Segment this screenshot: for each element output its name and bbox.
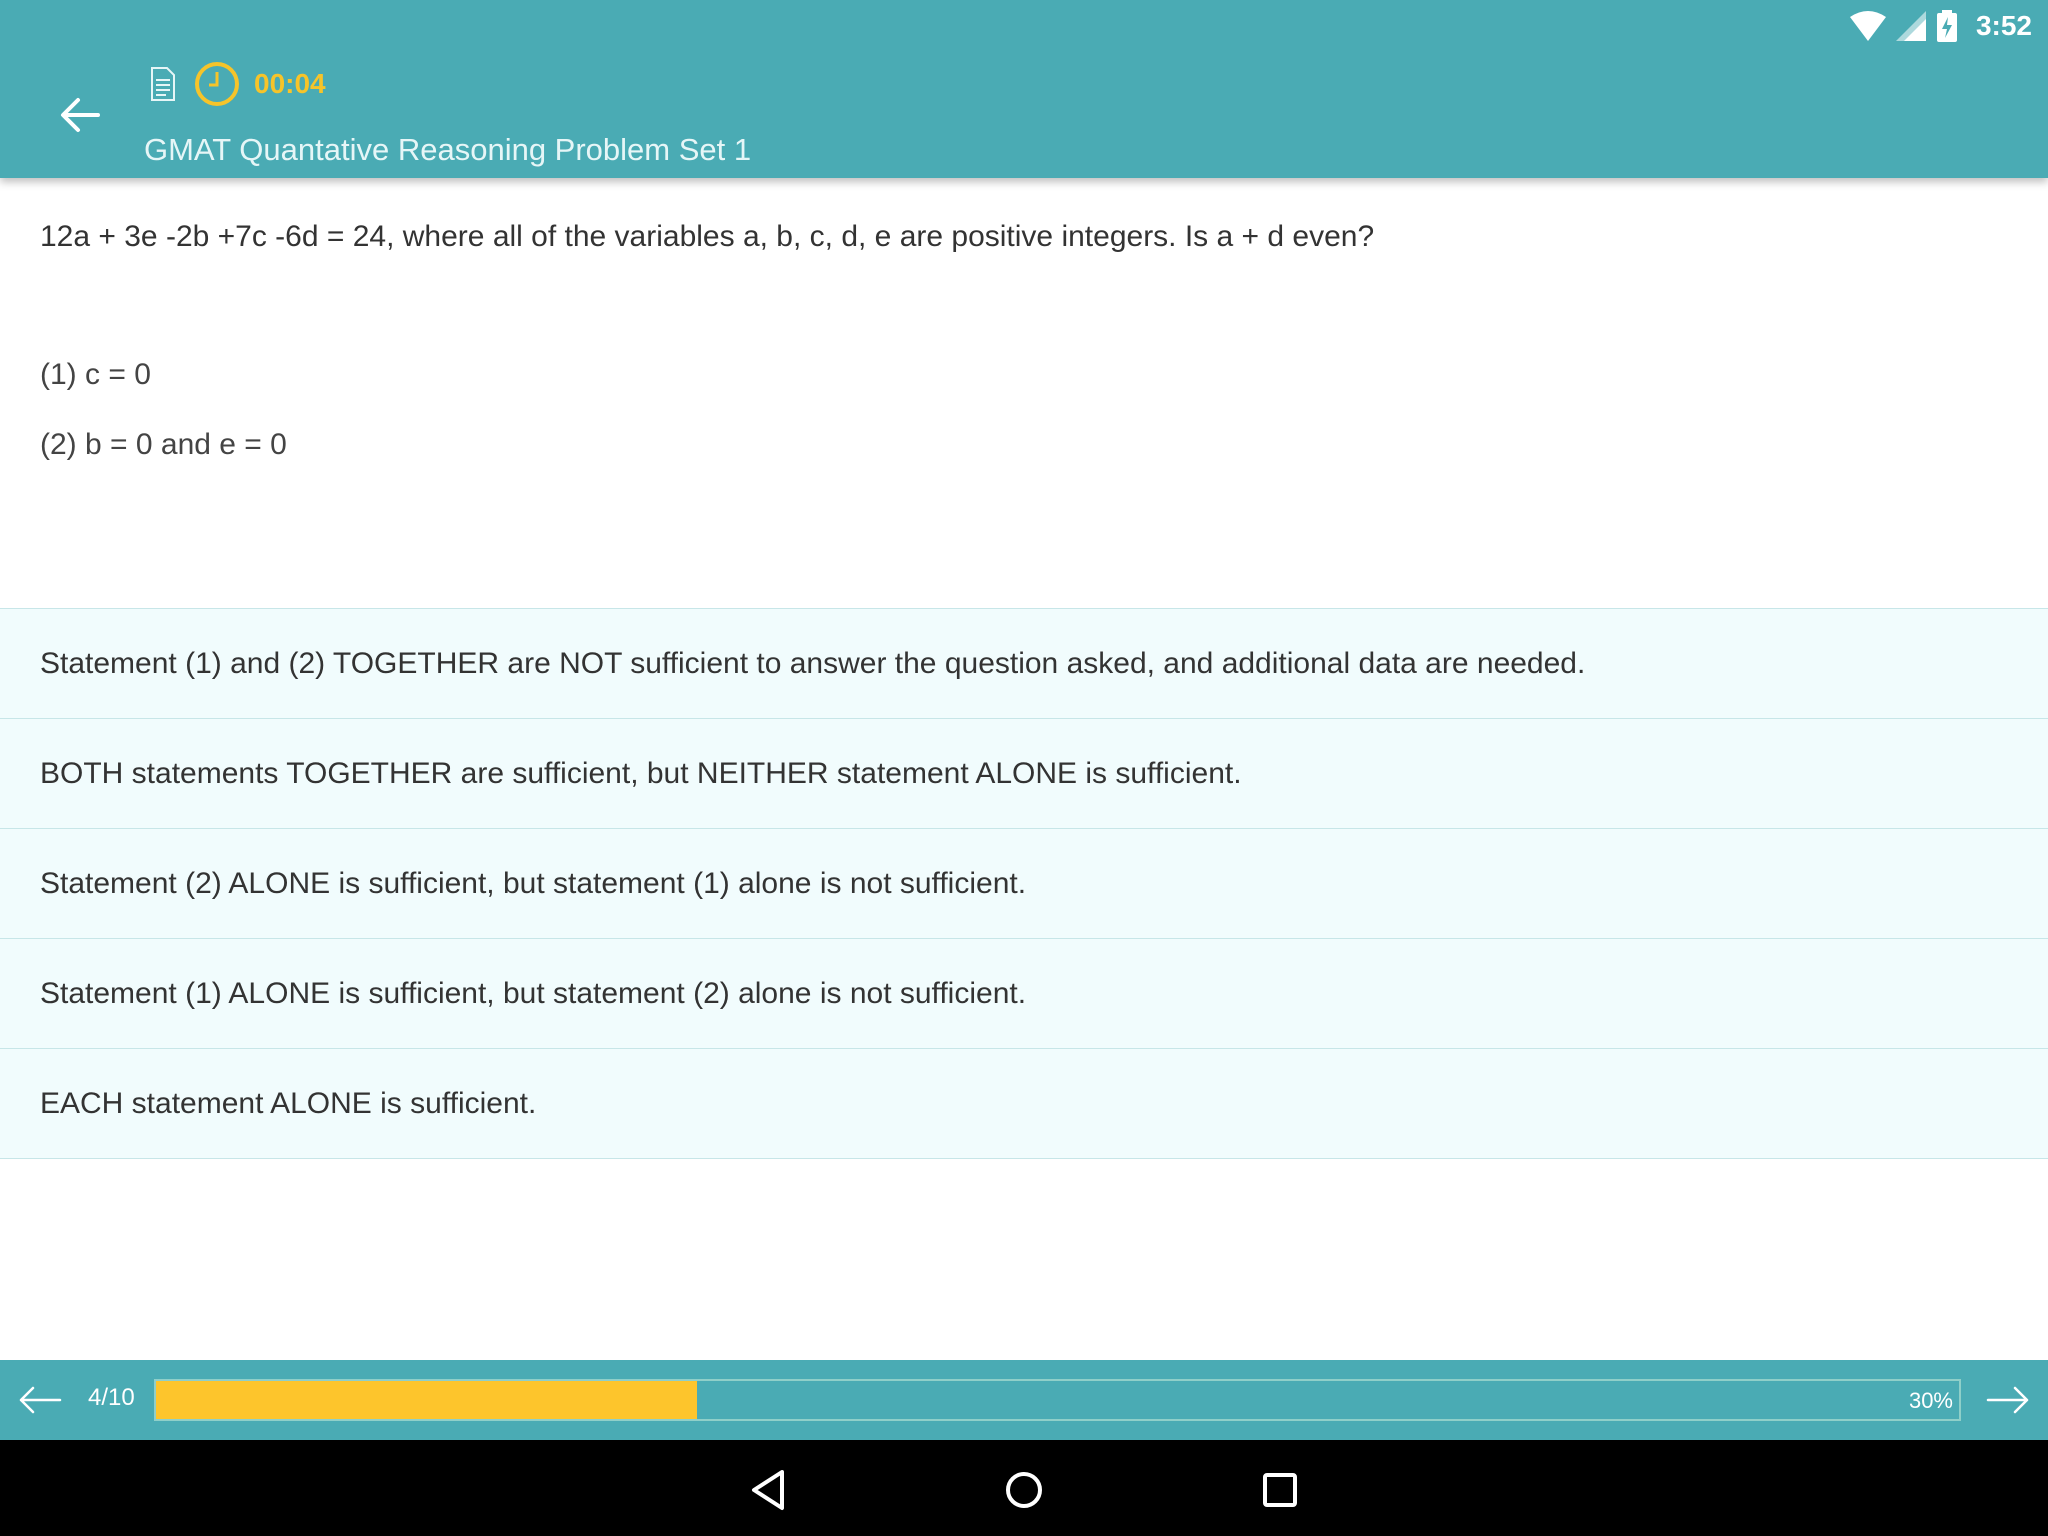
clock-icon bbox=[253, 275, 297, 319]
square-recents-icon bbox=[1263, 1473, 1297, 1507]
back-button[interactable] bbox=[52, 90, 108, 140]
answer-option-label: EACH statement ALONE is sufficient. bbox=[40, 1086, 537, 1120]
circle-home-icon bbox=[1006, 1472, 1042, 1508]
battery-charging-icon bbox=[1936, 10, 1957, 42]
question-timer-text: 00:00 bbox=[312, 280, 389, 313]
system-nav-bar bbox=[0, 1440, 2048, 1536]
app-bar: 3:52 00:04 00:00 GMAT Quantative Reasoni… bbox=[0, 0, 2048, 319]
progress-bar-footer: 4/10 30% bbox=[0, 1360, 2048, 1440]
wifi-icon bbox=[1849, 11, 1886, 41]
answer-option-label: BOTH statements TOGETHER are sufficient,… bbox=[40, 756, 1242, 790]
status-bar: 3:52 bbox=[1849, 8, 2032, 44]
arrow-left-icon bbox=[19, 1386, 62, 1414]
answer-option-3[interactable]: Statement (2) ALONE is sufficient, but s… bbox=[0, 829, 2048, 939]
answer-option-5[interactable]: EACH statement ALONE is sufficient. bbox=[0, 1049, 2048, 1159]
page-title: GMAT Quantative Reasoning Problem Set 1 bbox=[144, 132, 752, 167]
answer-option-label: Statement (1) ALONE is sufficient, but s… bbox=[40, 976, 1027, 1010]
answer-options: Statement (1) and (2) TOGETHER are NOT s… bbox=[0, 608, 2048, 1159]
statement-1: (1) c = 0 bbox=[40, 358, 151, 391]
question-timer: 00:00 bbox=[252, 274, 2048, 320]
arrow-right-icon bbox=[1986, 1386, 2029, 1414]
elapsed-timer: 00:04 bbox=[194, 61, 326, 107]
nav-home-button[interactable] bbox=[996, 1462, 1052, 1518]
triangle-back-icon bbox=[752, 1470, 784, 1510]
answer-option-2[interactable]: BOTH statements TOGETHER are sufficient,… bbox=[0, 719, 2048, 829]
previous-question-button[interactable] bbox=[12, 1374, 68, 1426]
back-arrow-icon bbox=[61, 98, 100, 132]
timers: 00:04 00:00 bbox=[150, 56, 389, 319]
signal-icon bbox=[1895, 11, 1926, 41]
progress-track: 30% bbox=[154, 1379, 1961, 1421]
nav-recents-button[interactable] bbox=[1252, 1462, 1308, 1518]
question-text: 12a + 3e -2b +7c -6d = 24, where all of … bbox=[40, 220, 1375, 253]
clock-icon bbox=[195, 62, 239, 106]
quiz-screen: 3:52 00:04 00:00 GMAT Quantative Reasoni… bbox=[0, 0, 2048, 1536]
progress-fill bbox=[156, 1381, 697, 1419]
nav-back-button[interactable] bbox=[740, 1462, 796, 1518]
statement-2: (2) b = 0 and e = 0 bbox=[40, 428, 287, 461]
status-time: 3:52 bbox=[1975, 10, 2032, 41]
document-list-icon[interactable] bbox=[150, 67, 176, 101]
answer-option-4[interactable]: Statement (1) ALONE is sufficient, but s… bbox=[0, 939, 2048, 1049]
question-counter: 4/10 bbox=[88, 1384, 135, 1411]
next-question-button[interactable] bbox=[1980, 1374, 2036, 1426]
progress-percentage: 30% bbox=[1908, 1388, 1953, 1413]
answer-option-label: Statement (2) ALONE is sufficient, but s… bbox=[40, 866, 1027, 900]
elapsed-timer-text: 00:04 bbox=[254, 68, 326, 99]
answer-option-1[interactable]: Statement (1) and (2) TOGETHER are NOT s… bbox=[0, 609, 2048, 719]
answer-option-label: Statement (1) and (2) TOGETHER are NOT s… bbox=[40, 646, 1586, 680]
